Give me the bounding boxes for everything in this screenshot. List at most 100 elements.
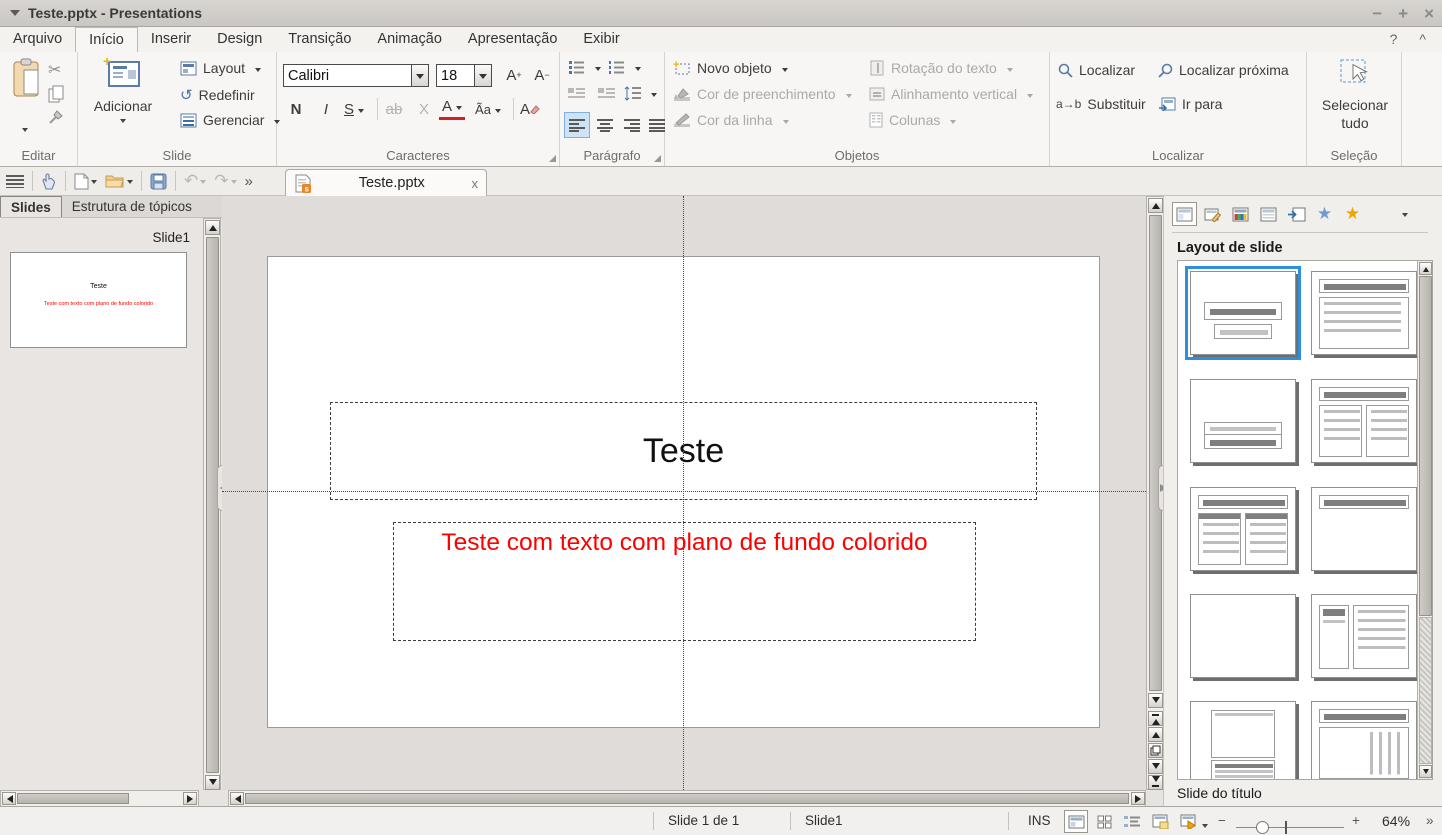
paste-icon[interactable] xyxy=(10,58,44,100)
zoom-in-button[interactable]: + xyxy=(1352,813,1360,828)
zoom-level-indicator[interactable]: 64% xyxy=(1382,813,1410,829)
slide-position-indicator[interactable]: Slide 1 de 1 xyxy=(668,813,739,828)
tab-apresentacao[interactable]: Apresentação xyxy=(455,27,570,52)
slide-navigator-button[interactable] xyxy=(1148,743,1163,758)
sidebar-tool-transition[interactable] xyxy=(1284,202,1309,226)
underline-button[interactable]: S xyxy=(341,96,367,122)
ir-para-button[interactable]: Ir para xyxy=(1158,96,1222,112)
cor-linha-button[interactable]: Cor da linha xyxy=(673,112,789,128)
alinhamento-vertical-button[interactable]: Alinhamento vertical xyxy=(869,86,1033,102)
canvas-scroll-up-button[interactable] xyxy=(1148,198,1163,213)
layout-scrollbar-track[interactable] xyxy=(1419,617,1432,764)
redo-button[interactable]: ↷ xyxy=(214,171,236,191)
toolbar-overflow-button[interactable]: » xyxy=(245,173,253,190)
sidebar-tool-animation-icon[interactable]: ★ xyxy=(1312,202,1337,226)
minimize-button[interactable]: − xyxy=(1372,1,1382,26)
add-slide-button[interactable]: + Adicionar xyxy=(90,56,156,126)
zoom-slider-track[interactable] xyxy=(1236,827,1344,828)
font-name-combo[interactable] xyxy=(283,64,429,87)
layout-scroll-up-button[interactable] xyxy=(1419,262,1432,275)
panel-scroll-right-button[interactable] xyxy=(183,792,197,805)
clear-formatting-button[interactable]: A xyxy=(517,96,543,122)
layout-option-two-content[interactable] xyxy=(1311,379,1417,463)
tab-transicao[interactable]: Transição xyxy=(275,27,364,52)
colunas-button[interactable]: Colunas xyxy=(869,112,956,128)
layout-scrollbar-thumb[interactable] xyxy=(1419,276,1432,616)
statusbar-overflow-button[interactable]: » xyxy=(1426,813,1434,828)
layout-list-scrollbar[interactable] xyxy=(1417,261,1432,779)
slide-canvas[interactable]: Teste Teste com texto com plano de fundo… xyxy=(222,196,1146,790)
tab-animacao[interactable]: Animação xyxy=(364,27,454,52)
tab-arquivo[interactable]: Arquivo xyxy=(0,27,75,52)
localizar-proxima-button[interactable]: Localizar próxima xyxy=(1158,62,1289,78)
close-button[interactable]: × xyxy=(1424,1,1434,26)
panel-scroll-down-button[interactable] xyxy=(205,775,220,790)
hamburger-menu-icon[interactable] xyxy=(6,174,24,188)
document-tab-close[interactable]: x xyxy=(472,176,479,191)
layout-option-title-content[interactable] xyxy=(1311,271,1417,355)
panel-horizontal-scrollbar[interactable] xyxy=(0,790,199,807)
panel-hscrollbar-thumb[interactable] xyxy=(17,793,129,804)
layout-button[interactable]: Layout xyxy=(180,60,261,76)
font-size-input[interactable] xyxy=(437,65,474,86)
save-icon[interactable] xyxy=(150,173,167,190)
layout-option-title-slide[interactable] xyxy=(1190,271,1296,355)
line-spacing-button[interactable] xyxy=(624,86,657,101)
next-slide-button[interactable] xyxy=(1148,759,1163,774)
font-color-button[interactable]: A xyxy=(439,96,465,120)
italic-button[interactable]: I xyxy=(313,96,339,122)
paste-dropdown-icon[interactable] xyxy=(22,128,28,135)
outline-view-button[interactable] xyxy=(1120,810,1144,833)
zoom-out-button[interactable]: − xyxy=(1218,813,1226,828)
slide-name-indicator[interactable]: Slide1 xyxy=(805,813,843,828)
sidebar-tool-color-scheme[interactable] xyxy=(1228,202,1253,226)
selecionar-tudo-button[interactable]: Selecionar tudo xyxy=(1315,58,1395,132)
decrease-font-button[interactable]: A− xyxy=(529,62,555,88)
insert-mode-indicator[interactable]: INS xyxy=(1028,813,1051,828)
caracteres-dialog-launcher[interactable] xyxy=(549,155,556,162)
sidebar-tool-effects-icon[interactable]: ★ xyxy=(1340,202,1365,226)
layout-option-picture-caption[interactable] xyxy=(1190,701,1296,780)
novo-objeto-button[interactable]: + Novo objeto xyxy=(673,60,788,76)
horizontal-guide-line[interactable] xyxy=(222,491,1146,492)
new-document-button[interactable] xyxy=(74,173,97,190)
subscript-button[interactable]: X xyxy=(411,96,437,122)
substituir-button[interactable]: a→b Substituir xyxy=(1056,96,1146,112)
gerenciar-button[interactable]: Gerenciar xyxy=(180,112,280,128)
sidebar-toolbar-dropdown-icon[interactable] xyxy=(1402,213,1408,220)
increase-font-button[interactable]: A+ xyxy=(501,62,527,88)
canvas-scrollbar-thumb[interactable] xyxy=(1149,215,1162,691)
sidebar-tool-layouts[interactable] xyxy=(1172,202,1197,226)
zoom-slider-thumb[interactable] xyxy=(1256,821,1269,834)
align-right-button[interactable] xyxy=(619,112,645,138)
layout-scroll-down-button[interactable] xyxy=(1419,765,1432,778)
layout-option-vertical-text[interactable] xyxy=(1311,701,1417,780)
font-name-dropdown-icon[interactable] xyxy=(411,65,428,86)
sidebar-tool-design[interactable] xyxy=(1200,202,1225,226)
pan-hand-icon[interactable] xyxy=(41,173,57,190)
vertical-guide-line[interactable] xyxy=(683,196,684,790)
tab-estrutura[interactable]: Estrutura de tópicos xyxy=(62,196,202,217)
slide-sorter-view-button[interactable] xyxy=(1092,810,1116,833)
canvas-hscrollbar-thumb[interactable] xyxy=(245,793,1129,804)
font-name-input[interactable] xyxy=(284,65,411,86)
layout-option-centered-text[interactable] xyxy=(1190,379,1296,463)
strikethrough-button[interactable]: ab xyxy=(381,96,407,122)
open-button[interactable] xyxy=(105,173,133,189)
canvas-scroll-left-button[interactable] xyxy=(230,792,244,805)
align-left-button[interactable] xyxy=(564,112,590,138)
tab-inserir[interactable]: Inserir xyxy=(138,27,204,52)
bullet-list-button[interactable] xyxy=(568,60,601,74)
canvas-scroll-right-button[interactable] xyxy=(1131,792,1145,805)
document-tab[interactable]: s Teste.pptx x xyxy=(285,169,487,196)
paragrafo-dialog-launcher[interactable] xyxy=(654,155,661,162)
last-slide-button[interactable] xyxy=(1148,775,1163,790)
app-menu-icon[interactable] xyxy=(10,10,20,21)
slideshow-button[interactable] xyxy=(1176,810,1200,833)
font-size-combo[interactable] xyxy=(436,64,492,87)
sidebar-tool-master[interactable] xyxy=(1256,202,1281,226)
slideshow-dropdown-icon[interactable] xyxy=(1202,824,1208,831)
layout-option-content-caption[interactable] xyxy=(1311,594,1417,678)
format-painter-icon[interactable] xyxy=(47,108,65,126)
notes-view-button[interactable] xyxy=(1148,810,1172,833)
